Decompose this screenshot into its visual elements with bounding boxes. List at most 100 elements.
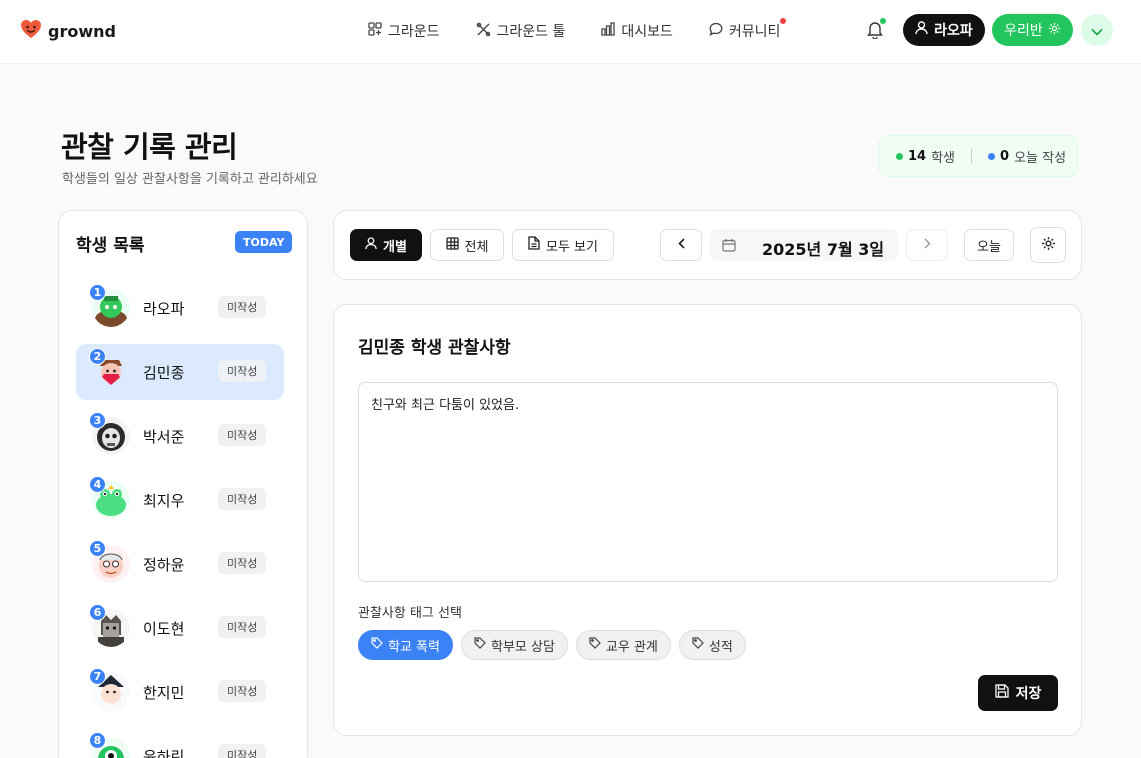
student-name: 이도현 <box>143 620 185 638</box>
settings-button[interactable] <box>1030 227 1066 263</box>
student-list-panel: 학생 목록 TODAY 1 라오파 미작성 2 김민종 미작성 3 박서준 미작… <box>58 210 308 758</box>
selected-date: 2025년 7월 3일 <box>762 240 885 259</box>
top-navigation-bar: grownd 그라운드 그라운드 툴 대시보드 커뮤니티 라오파 우리반 <box>0 0 1141 64</box>
view-toolbar: 개별 전체 모두 보기 2025년 7월 3일 오늘 <box>333 210 1082 280</box>
date-picker[interactable]: 2025년 7월 3일 <box>710 229 898 261</box>
nav-item-ground-tools[interactable]: 그라운드 툴 <box>476 21 566 41</box>
today-count: 0 <box>1000 148 1010 164</box>
class-settings-button[interactable]: 우리반 <box>992 14 1073 46</box>
tag-icon <box>692 637 704 653</box>
student-number: 1 <box>89 284 106 301</box>
today-button[interactable]: 오늘 <box>964 229 1014 261</box>
student-item[interactable]: 8 윤하린 미작성 <box>76 728 284 758</box>
tag-label: 성적 <box>708 639 733 655</box>
green-dot-icon <box>896 152 903 160</box>
chevron-down-icon <box>1091 21 1103 40</box>
today-label: 오늘 <box>977 239 1001 255</box>
user-profile-button[interactable]: 라오파 <box>903 14 985 46</box>
tag-icon <box>474 637 486 653</box>
student-number: 8 <box>89 732 106 749</box>
student-number: 4 <box>89 476 106 493</box>
tag-label: 학부모 상담 <box>490 639 555 655</box>
blue-dot-icon <box>988 152 996 160</box>
tag-school-violence[interactable]: 학교 폭력 <box>358 630 453 660</box>
chat-bubble-icon <box>709 22 723 40</box>
student-number: 5 <box>89 540 106 557</box>
student-name: 정하윤 <box>143 556 185 574</box>
status-badge: 미작성 <box>218 488 267 510</box>
status-badge: 미작성 <box>218 424 267 446</box>
student-number: 3 <box>89 412 106 429</box>
save-icon <box>994 684 1009 702</box>
student-item[interactable]: 3 박서준 미작성 <box>76 408 284 464</box>
document-icon <box>528 236 540 254</box>
nav-item-community[interactable]: 커뮤니티 <box>709 18 787 41</box>
notification-button[interactable] <box>866 18 886 43</box>
save-button[interactable]: 저장 <box>978 675 1058 711</box>
page-subtitle: 학생들의 일상 관찰사항을 기록하고 관리하세요 <box>62 172 318 187</box>
status-badge: 미작성 <box>218 744 267 758</box>
student-number: 7 <box>89 668 106 685</box>
tag-list: 학교 폭력 학부모 상담 교우 관계 성적 <box>358 630 746 660</box>
student-count-stat: 14 학생 <box>896 147 955 166</box>
user-icon <box>365 236 377 254</box>
tag-parent-counseling[interactable]: 학부모 상담 <box>460 630 568 660</box>
status-badge: 미작성 <box>218 296 267 318</box>
heart-logo-icon <box>20 19 42 43</box>
app-logo[interactable]: grownd <box>20 19 116 43</box>
table-grid-icon <box>445 236 459 254</box>
nav-label: 그라운드 툴 <box>496 24 566 40</box>
chevron-left-icon <box>677 237 685 253</box>
today-count-label: 오늘 작성 <box>1014 150 1067 166</box>
status-badge: 미작성 <box>218 360 267 382</box>
main-nav: 그라운드 그라운드 툴 대시보드 커뮤니티 <box>368 18 787 41</box>
student-item[interactable]: 1 라오파 미작성 <box>76 280 284 336</box>
all-view-button[interactable]: 전체 <box>430 229 504 261</box>
student-count-label: 학생 <box>931 150 956 166</box>
student-number: 6 <box>89 604 106 621</box>
class-label: 우리반 <box>1004 23 1043 39</box>
individual-label: 개별 <box>383 239 407 255</box>
tools-icon <box>476 22 491 41</box>
student-item[interactable]: 7 한지민 미작성 <box>76 664 284 720</box>
student-number: 2 <box>89 348 106 365</box>
student-name: 박서준 <box>143 428 185 446</box>
status-badge: 미작성 <box>218 616 267 638</box>
tag-label: 교우 관계 <box>605 639 658 655</box>
app-name: grownd <box>48 21 116 41</box>
nav-item-ground[interactable]: 그라운드 <box>368 21 440 41</box>
divider <box>971 148 973 164</box>
view-all-button[interactable]: 모두 보기 <box>512 229 614 261</box>
observation-textarea[interactable]: 친구와 최근 다툼이 있었음. <box>358 382 1058 582</box>
prev-date-button[interactable] <box>660 229 702 261</box>
stats-summary: 14 학생 0 오늘 작성 <box>878 135 1078 177</box>
student-name: 최지우 <box>143 492 185 510</box>
tag-peer-relations[interactable]: 교우 관계 <box>575 630 671 660</box>
student-name: 한지민 <box>143 684 185 702</box>
nav-item-dashboard[interactable]: 대시보드 <box>601 21 673 41</box>
save-label: 저장 <box>1015 686 1042 702</box>
view-all-label: 모두 보기 <box>546 239 598 255</box>
tag-section-label: 관찰사항 태그 선택 <box>358 606 462 621</box>
status-badge: 미작성 <box>218 680 267 702</box>
today-badge: TODAY <box>235 231 293 253</box>
bell-icon <box>866 22 884 43</box>
nav-label: 커뮤니티 <box>728 24 781 40</box>
student-list-title: 학생 목록 <box>76 236 145 256</box>
user-name: 라오파 <box>934 23 973 39</box>
tag-icon <box>371 637 383 653</box>
grid-plus-icon <box>368 22 382 40</box>
student-item[interactable]: 6 이도현 미작성 <box>76 600 284 656</box>
status-badge: 미작성 <box>218 552 267 574</box>
student-item-selected[interactable]: 2 김민종 미작성 <box>76 344 284 400</box>
tag-grades[interactable]: 성적 <box>678 630 746 660</box>
next-date-button[interactable] <box>906 229 948 261</box>
student-item[interactable]: 5 정하윤 미작성 <box>76 536 284 592</box>
account-dropdown-button[interactable] <box>1081 14 1113 46</box>
chevron-right-icon <box>924 238 931 253</box>
individual-view-button[interactable]: 개별 <box>350 229 422 261</box>
student-item[interactable]: 4 최지우 미작성 <box>76 472 284 528</box>
gear-icon <box>1041 236 1056 255</box>
nav-label: 그라운드 <box>388 24 440 40</box>
user-icon <box>915 21 928 39</box>
